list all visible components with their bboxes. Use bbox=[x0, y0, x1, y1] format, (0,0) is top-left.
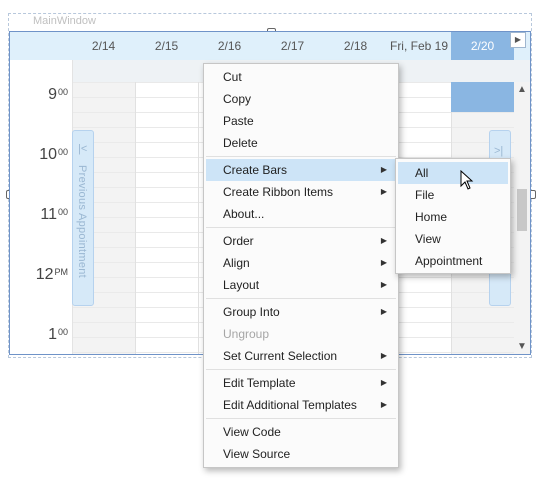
time-label: 900 bbox=[48, 86, 68, 103]
menu-item-set-current-selection[interactable]: Set Current Selection ▶ bbox=[206, 345, 396, 367]
scroll-down-icon[interactable]: ▼ bbox=[517, 341, 527, 352]
menu-item-about[interactable]: About... bbox=[206, 203, 396, 225]
header-menu-button[interactable]: ▶ bbox=[510, 32, 526, 48]
menu-item-group-into[interactable]: Group Into ▶ bbox=[206, 301, 396, 323]
submenu-arrow-icon: ▶ bbox=[380, 378, 387, 387]
time-label: 1000 bbox=[39, 146, 68, 163]
mouse-cursor-icon bbox=[460, 170, 474, 190]
date-header-cell-selected[interactable]: 2/20 bbox=[451, 32, 514, 60]
menu-item-order[interactable]: Order ▶ bbox=[206, 230, 396, 252]
menu-item-align[interactable]: Align ▶ bbox=[206, 252, 396, 274]
time-label: 100 bbox=[48, 326, 68, 343]
submenu-item-file[interactable]: File bbox=[398, 184, 508, 206]
submenu-arrow-icon: ▶ bbox=[380, 236, 387, 245]
window-title: MainWindow bbox=[33, 15, 96, 27]
selected-time-cell[interactable] bbox=[451, 82, 514, 112]
previous-appointment-button[interactable]: |< Previous Appointment bbox=[72, 130, 94, 306]
date-header-cell[interactable]: Fri, Feb 19 bbox=[387, 32, 451, 60]
date-header: 2/14 2/15 2/16 2/17 2/18 Fri, Feb 19 2/2… bbox=[10, 32, 530, 61]
submenu-item-appointment[interactable]: Appointment bbox=[398, 250, 508, 272]
menu-item-edit-template[interactable]: Edit Template ▶ bbox=[206, 372, 396, 394]
create-bars-submenu: All File Home View Appointment bbox=[395, 158, 511, 274]
time-label: 12PM bbox=[35, 266, 68, 283]
menu-item-ungroup: Ungroup bbox=[223, 327, 270, 341]
submenu-item-view[interactable]: View bbox=[398, 228, 508, 250]
menu-item-create-ribbon-items[interactable]: Create Ribbon Items ▶ bbox=[206, 181, 396, 203]
menu-item-create-bars[interactable]: Create Bars ▶ bbox=[206, 159, 396, 181]
vertical-scrollbar[interactable]: ▲ ▼ bbox=[514, 82, 530, 354]
chevron-up-icon: |< bbox=[78, 143, 88, 155]
date-header-cell[interactable]: 2/16 bbox=[198, 32, 261, 60]
scroll-thumb[interactable] bbox=[517, 189, 527, 231]
menu-item-view-source[interactable]: View Source bbox=[206, 443, 396, 465]
submenu-arrow-icon: ▶ bbox=[380, 400, 387, 409]
submenu-arrow-icon: ▶ bbox=[380, 165, 387, 174]
menu-item-copy[interactable]: Copy bbox=[206, 88, 396, 110]
context-menu: Cut Copy Paste Delete Create Bars ▶ Creat… bbox=[203, 63, 399, 468]
time-label: 1100 bbox=[40, 206, 68, 223]
submenu-item-all[interactable]: All bbox=[398, 162, 508, 184]
menu-item-paste[interactable]: Paste bbox=[206, 110, 396, 132]
submenu-arrow-icon: ▶ bbox=[380, 187, 387, 196]
submenu-arrow-icon: ▶ bbox=[380, 280, 387, 289]
time-ruler: 900 1000 1100 12PM 100 bbox=[10, 60, 73, 354]
menu-item-layout[interactable]: Layout ▶ bbox=[206, 274, 396, 296]
date-header-cell[interactable]: 2/18 bbox=[324, 32, 387, 60]
scroll-up-icon[interactable]: ▲ bbox=[517, 84, 527, 95]
date-header-cell[interactable]: 2/14 bbox=[72, 32, 135, 60]
menu-item-cut[interactable]: Cut bbox=[206, 66, 396, 88]
chevron-right-icon: >| bbox=[494, 145, 504, 157]
menu-item-view-code[interactable]: View Code bbox=[206, 421, 396, 443]
submenu-arrow-icon: ▶ bbox=[380, 258, 387, 267]
submenu-arrow-icon: ▶ bbox=[380, 307, 387, 316]
previous-appointment-label: Previous Appointment bbox=[76, 165, 88, 279]
submenu-item-home[interactable]: Home bbox=[398, 206, 508, 228]
submenu-arrow-icon: ▶ bbox=[380, 351, 387, 360]
date-header-cell[interactable]: 2/17 bbox=[261, 32, 324, 60]
date-header-cell[interactable]: 2/15 bbox=[135, 32, 198, 60]
menu-item-delete[interactable]: Delete bbox=[206, 132, 396, 154]
menu-item-edit-additional-templates[interactable]: Edit Additional Templates ▶ bbox=[206, 394, 396, 416]
